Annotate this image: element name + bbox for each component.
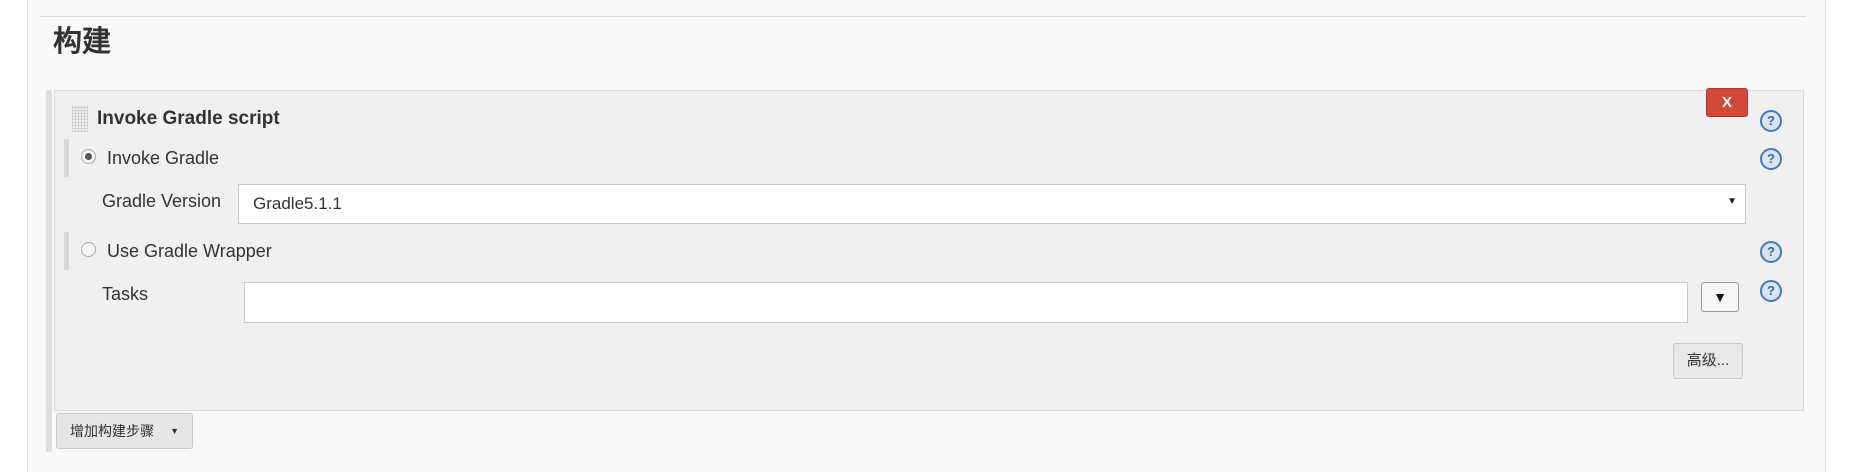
help-icon[interactable]: ? bbox=[1760, 148, 1782, 170]
radio-group-indicator bbox=[64, 232, 69, 270]
help-icon[interactable]: ? bbox=[1760, 241, 1782, 263]
dropdown-caret-icon: ▼ bbox=[1727, 196, 1737, 207]
gradle-version-label: Gradle Version bbox=[102, 191, 222, 211]
section-title: 构建 bbox=[53, 26, 112, 58]
use-wrapper-label: Use Gradle Wrapper bbox=[107, 241, 272, 261]
help-icon[interactable]: ? bbox=[1760, 280, 1782, 302]
tasks-label: Tasks bbox=[102, 284, 149, 304]
drag-handle-icon[interactable] bbox=[72, 106, 88, 132]
build-step-title: Invoke Gradle script bbox=[97, 108, 280, 129]
tasks-input[interactable] bbox=[244, 282, 1688, 323]
help-icon[interactable]: ? bbox=[1760, 110, 1782, 132]
section-divider bbox=[40, 16, 1806, 17]
use-wrapper-radio[interactable] bbox=[81, 242, 96, 257]
gradle-version-value: Gradle5.1.1 bbox=[253, 194, 342, 213]
add-build-step-button[interactable]: 增加构建步骤 ▼ bbox=[56, 413, 193, 449]
build-step-container bbox=[54, 90, 1804, 411]
dropdown-caret-icon: ▼ bbox=[170, 426, 179, 436]
invoke-gradle-label: Invoke Gradle bbox=[107, 148, 220, 168]
invoke-gradle-radio[interactable] bbox=[81, 149, 96, 164]
add-build-step-label: 增加构建步骤 bbox=[70, 423, 154, 439]
advanced-button[interactable]: 高级... bbox=[1673, 343, 1743, 379]
build-section-indent-bar bbox=[46, 90, 52, 452]
expand-icon[interactable]: ▼ bbox=[1701, 282, 1739, 312]
gradle-version-select[interactable]: Gradle5.1.1 ▼ bbox=[238, 184, 1746, 224]
delete-step-button[interactable]: X bbox=[1706, 88, 1748, 117]
radio-group-indicator bbox=[64, 139, 69, 177]
